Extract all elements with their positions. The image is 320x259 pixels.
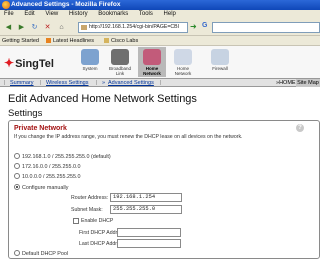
nav-tile-home-network-2[interactable]: Home Network	[169, 47, 197, 77]
window-title: Advanced Settings - Mozilla Firefox	[11, 1, 121, 8]
rss-icon	[46, 38, 51, 43]
subnav-advanced-settings[interactable]: Advanced Settings	[108, 79, 154, 87]
home-link[interactable]: »HOME	[276, 79, 296, 87]
url-bar[interactable]: http://192.168.1.254/cgi-bin/PAGE=CBI	[78, 22, 188, 33]
nav-tile-system[interactable]: System	[76, 47, 104, 77]
firefox-icon	[2, 1, 10, 9]
brand-mark-icon: ✦	[4, 56, 15, 70]
nav-tile-firewall[interactable]: Firewall	[206, 47, 234, 77]
forward-icon[interactable]: ▶	[16, 22, 27, 33]
bookmarks-toolbar: Getting Started Latest Headlines Cisco L…	[0, 36, 320, 46]
enable-dhcp-label: Enable DHCP	[81, 218, 114, 224]
enable-dhcp-checkbox[interactable]	[73, 218, 79, 224]
panel-description: If you change the IP address range, you …	[14, 134, 243, 140]
reload-icon[interactable]: ↻	[29, 22, 40, 33]
bookmark-cisco-labs[interactable]: Cisco Labs	[104, 36, 138, 46]
panel-title: Private Network	[14, 125, 67, 132]
radio-button-selected[interactable]	[14, 184, 20, 190]
menu-bar: File Edit View History Bookmarks Tools H…	[0, 10, 320, 19]
site-map-link[interactable]: Site Map	[296, 79, 320, 87]
first-dhcp-input[interactable]	[117, 228, 181, 237]
router-header: ✦SingTel System Broadband Link Home Netw…	[0, 46, 320, 78]
radio-button[interactable]	[14, 173, 20, 179]
subnet-mask-label: Subnet Mask:	[71, 207, 103, 213]
sub-navigation: | Summary | Wireless Settings | » Advanc…	[0, 78, 320, 87]
system-icon	[81, 49, 99, 65]
radio-button[interactable]	[14, 163, 20, 169]
bookmark-getting-started[interactable]: Getting Started	[2, 36, 39, 46]
network-icon	[143, 49, 161, 65]
navigation-toolbar: ◀ ▶ ↻ ✕ ⌂ http://192.168.1.254/cgi-bin/P…	[0, 19, 320, 36]
search-engine-icon[interactable]: G	[202, 22, 211, 33]
window-titlebar: Advanced Settings - Mozilla Firefox	[0, 0, 320, 10]
menu-help[interactable]: Help	[164, 11, 176, 17]
radio-button[interactable]	[14, 153, 20, 159]
subnav-summary[interactable]: Summary	[10, 79, 34, 87]
option-192-168[interactable]: 192.168.1.0 / 255.255.255.0 (default)	[14, 153, 111, 161]
menu-tools[interactable]: Tools	[139, 11, 153, 17]
menu-file[interactable]: File	[4, 11, 14, 17]
private-network-panel: Private Network ? If you change the IP a…	[8, 120, 320, 259]
stop-icon[interactable]: ✕	[42, 22, 53, 33]
firewall-icon	[211, 49, 229, 65]
router-icon	[174, 49, 192, 65]
brand-logo: ✦SingTel	[4, 56, 54, 70]
option-configure-manually[interactable]: Configure manually	[14, 184, 68, 192]
option-172-16[interactable]: 172.16.0.0 / 255.255.0.0	[14, 163, 80, 171]
help-icon[interactable]: ?	[296, 124, 304, 132]
arrow-icon: »	[102, 80, 106, 86]
section-heading: Settings	[8, 108, 43, 119]
subnet-mask-input[interactable]: 255.255.255.0	[110, 205, 182, 214]
router-address-input[interactable]: 192.168.1.254	[110, 193, 182, 202]
menu-history[interactable]: History	[69, 11, 88, 17]
page-title: Edit Advanced Home Network Settings	[8, 93, 197, 105]
menu-bookmarks[interactable]: Bookmarks	[98, 11, 128, 17]
go-arrow-icon[interactable]: ➜	[190, 22, 197, 31]
url-text: http://192.168.1.254/cgi-bin/PAGE=CBI	[89, 24, 180, 30]
nav-tile-broadband-link[interactable]: Broadband Link	[106, 47, 134, 77]
last-dhcp-input[interactable]	[117, 239, 181, 248]
menu-edit[interactable]: Edit	[24, 11, 34, 17]
menu-view[interactable]: View	[45, 11, 58, 17]
broadband-icon	[111, 49, 129, 65]
option-default-dhcp-pool[interactable]: Default DHCP Pool	[14, 250, 68, 258]
radio-button[interactable]	[14, 250, 20, 256]
page-icon	[81, 25, 87, 30]
home-icon[interactable]: ⌂	[56, 22, 67, 33]
subnav-wireless-settings[interactable]: Wireless Settings	[46, 79, 89, 87]
option-10-0[interactable]: 10.0.0.0 / 255.255.255.0	[14, 173, 80, 181]
router-address-label: Router Address:	[71, 195, 109, 201]
back-icon[interactable]: ◀	[3, 22, 14, 33]
search-input[interactable]	[212, 22, 320, 33]
folder-icon	[104, 38, 109, 43]
nav-tile-home-network[interactable]: Home Network	[138, 47, 166, 77]
bookmark-latest-headlines[interactable]: Latest Headlines	[46, 36, 94, 46]
